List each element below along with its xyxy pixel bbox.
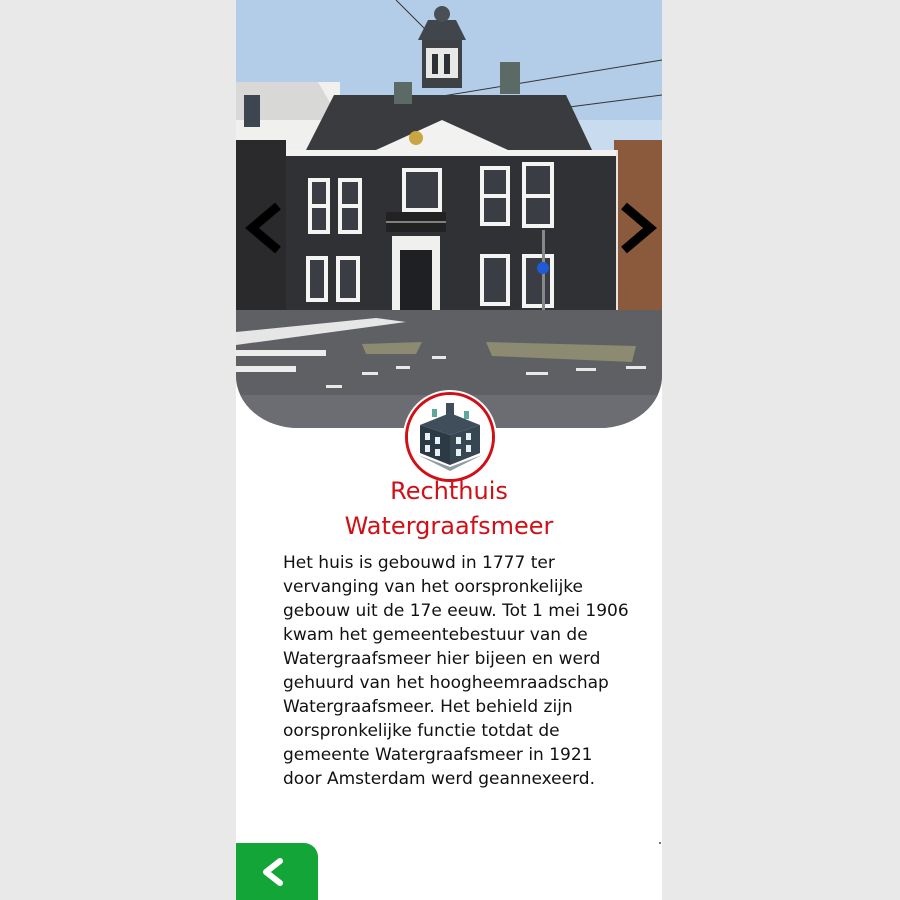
description-text: Het huis is gebouwd in 1777 ter vervangi… — [283, 553, 629, 789]
chevron-left-icon — [263, 858, 283, 886]
next-photo-button[interactable] — [616, 196, 660, 260]
back-button[interactable] — [236, 843, 318, 900]
building-icon-badge — [405, 392, 495, 482]
building-photo — [236, 0, 662, 428]
building-photo-illustration — [236, 0, 662, 428]
page-title: Rechthuis Watergraafsmeer — [236, 474, 662, 544]
title-line-2: Watergraafsmeer — [344, 512, 554, 540]
detail-panel: Rechthuis Watergraafsmeer Het huis is ge… — [236, 0, 662, 900]
building-icon — [408, 395, 492, 479]
divider-dot — [659, 842, 661, 844]
title-line-1: Rechthuis — [390, 477, 508, 505]
chevron-left-icon — [245, 202, 281, 254]
chevron-right-icon — [621, 202, 657, 254]
previous-photo-button[interactable] — [242, 196, 286, 260]
